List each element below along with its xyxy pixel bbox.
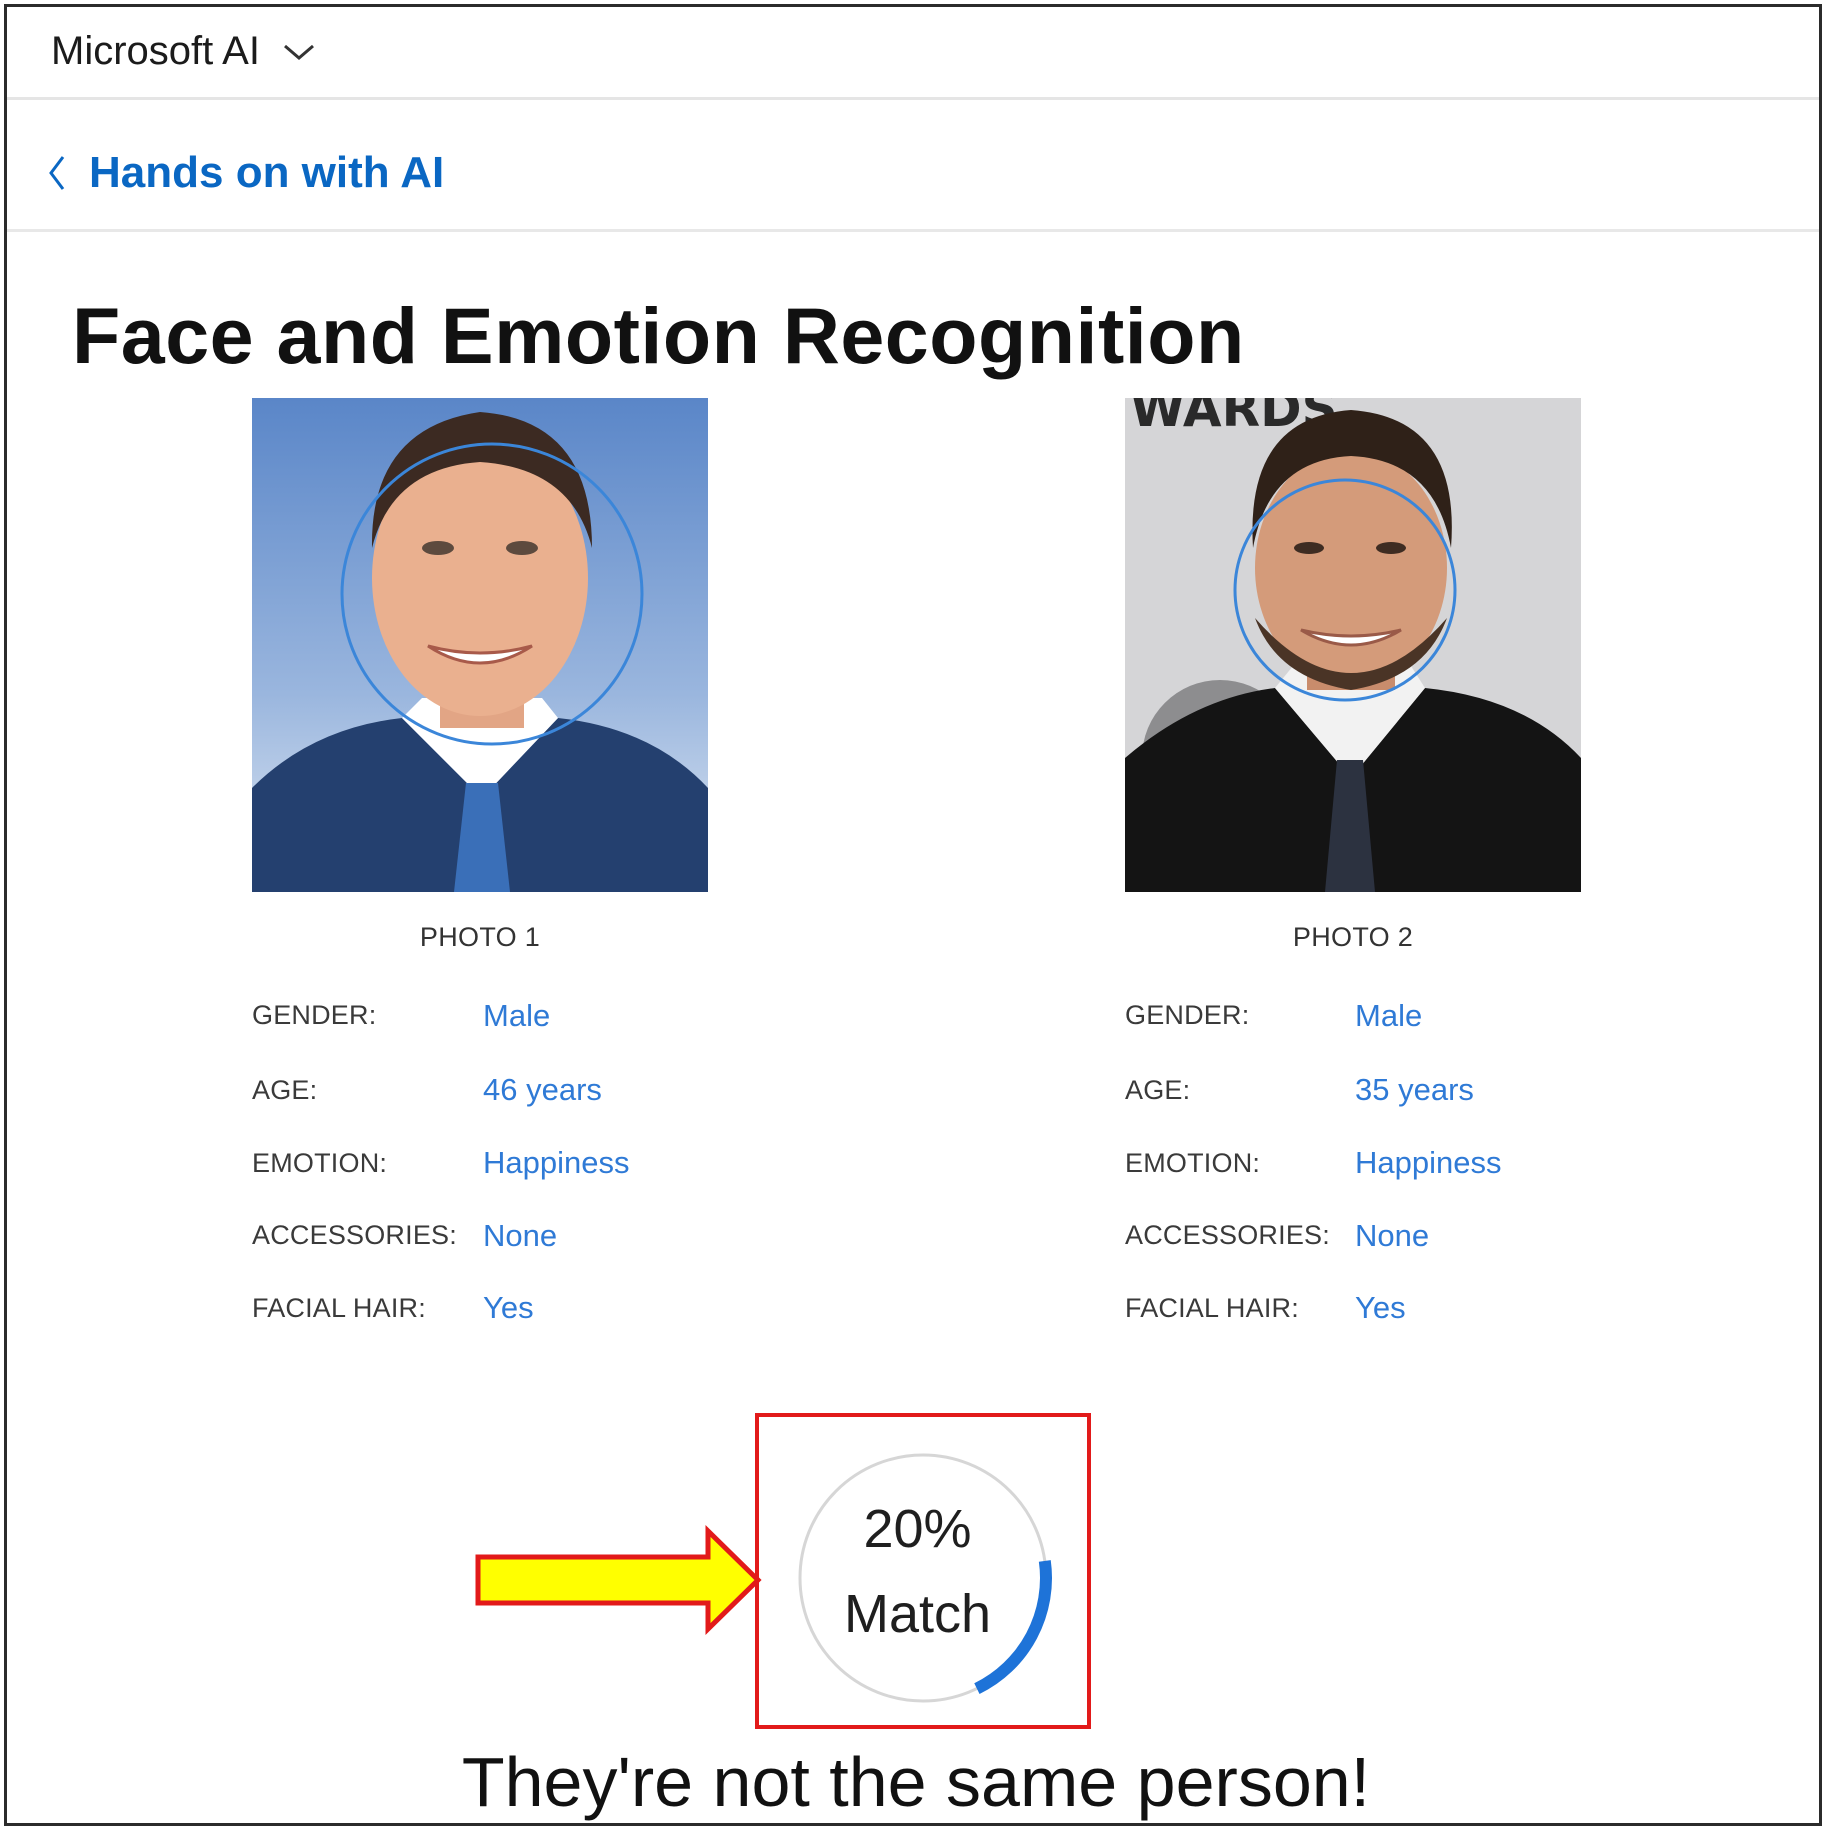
photo-1-gender-value: Male bbox=[483, 998, 551, 1033]
photo-2: WARDS bbox=[1125, 398, 1581, 892]
brand-menu[interactable]: Microsoft AI bbox=[51, 29, 316, 74]
photo-1-accessories-value: None bbox=[483, 1218, 558, 1253]
photo-2-emotion-label: EMOTION: bbox=[1125, 1148, 1261, 1178]
back-link[interactable]: Hands on with AI bbox=[47, 148, 444, 198]
photo-1-accessories-label: ACCESSORIES: bbox=[252, 1220, 457, 1250]
photo-2-gender-value: Male bbox=[1355, 998, 1423, 1033]
photo-1-emotion-label: EMOTION: bbox=[252, 1148, 388, 1178]
photo-1-gender-label: GENDER: bbox=[252, 1000, 377, 1030]
photo-1-age-label: AGE: bbox=[252, 1075, 318, 1105]
page-title: Face and Emotion Recognition bbox=[72, 291, 1245, 380]
top-bar: Microsoft AI bbox=[7, 7, 1819, 100]
photo-2-accessories-value: None bbox=[1355, 1218, 1430, 1253]
photo-2-age-label: AGE: bbox=[1125, 1075, 1191, 1105]
verdict-caption: They're not the same person! bbox=[461, 1743, 1371, 1821]
photo-1-caption: PHOTO 1 bbox=[419, 922, 541, 952]
photo-2-facial-hair-label: FACIAL HAIR: bbox=[1125, 1293, 1299, 1323]
photo-2-gender-label: GENDER: bbox=[1125, 1000, 1250, 1030]
photo-2-accessories-label: ACCESSORIES: bbox=[1125, 1220, 1330, 1250]
match-percent: 20% bbox=[863, 1499, 972, 1559]
photo-1 bbox=[252, 398, 708, 892]
photo-1-facial-hair-label: FACIAL HAIR: bbox=[252, 1293, 426, 1323]
photo-2-emotion-value: Happiness bbox=[1355, 1145, 1502, 1180]
photo-1-emotion-value: Happiness bbox=[483, 1145, 630, 1180]
photo-1-facial-hair-value: Yes bbox=[483, 1290, 534, 1325]
photo-1-age-value: 46 years bbox=[483, 1072, 602, 1107]
match-label: Match bbox=[843, 1584, 992, 1644]
breadcrumb-bar: Hands on with AI bbox=[7, 100, 1819, 232]
right-arrow-icon bbox=[475, 1525, 762, 1635]
photo-2-age-value: 35 years bbox=[1355, 1072, 1474, 1107]
chevron-left-icon bbox=[49, 156, 65, 190]
brand-name: Microsoft AI bbox=[51, 29, 260, 73]
photo-2-caption: PHOTO 2 bbox=[1292, 922, 1414, 952]
photo-2-facial-hair-value: Yes bbox=[1355, 1290, 1406, 1325]
match-gauge bbox=[798, 1453, 1052, 1703]
back-link-label: Hands on with AI bbox=[89, 148, 445, 197]
chevron-down-icon bbox=[283, 44, 314, 60]
